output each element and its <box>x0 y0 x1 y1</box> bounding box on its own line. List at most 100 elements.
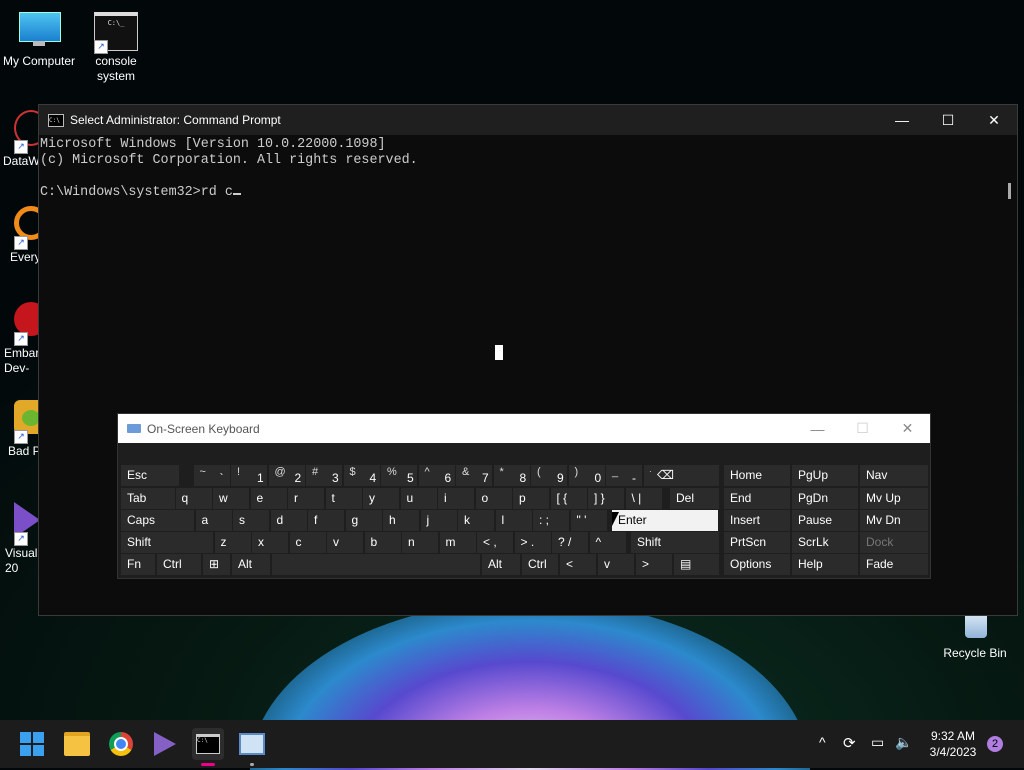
on-screen-keyboard-window[interactable]: On-Screen Keyboard — ☐ ✕ Esc ~ `! 1 @2 #3 $4% 5… <box>117 413 931 579</box>
key-row2-4[interactable]: r <box>288 488 324 509</box>
key-row4-1[interactable]: z <box>214 532 251 553</box>
key-row3-4[interactable]: f <box>308 510 344 531</box>
key-windows[interactable]: ⊞ <box>203 554 230 575</box>
key-right-ctrl[interactable]: Ctrl <box>522 554 558 575</box>
close-button[interactable]: ✕ <box>971 105 1017 135</box>
key-nav-mv-dn[interactable]: Mv Dn <box>860 510 928 531</box>
key-row3-8[interactable]: k <box>458 510 494 531</box>
osk-maximize-button[interactable]: ☐ <box>840 420 885 437</box>
key-row2-7[interactable]: u <box>400 488 437 509</box>
key-row1-7[interactable]: ^ 6 <box>418 465 455 486</box>
show-hidden-icons-button[interactable]: ^ <box>819 734 826 750</box>
file-explorer-button[interactable] <box>61 728 93 760</box>
key-nav-prtscn[interactable]: PrtScn <box>724 532 790 553</box>
key-row4-3[interactable]: c <box>289 532 326 553</box>
key-row3-2[interactable]: s <box>233 510 269 531</box>
minimize-button[interactable]: — <box>879 105 925 135</box>
chrome-button[interactable] <box>105 728 137 760</box>
key-row2-12[interactable]: ] } <box>588 488 624 509</box>
key-row3-1[interactable]: a <box>195 510 232 531</box>
key-nav-options[interactable]: Options <box>724 554 790 575</box>
window-titlebar[interactable]: C:\ Select Administrator: Command Prompt… <box>39 105 1017 135</box>
key-row4-9[interactable]: > . <box>514 532 551 553</box>
remote-desktop-button[interactable] <box>236 728 268 766</box>
key-menu[interactable]: ▤ <box>674 554 719 575</box>
key-row1-9[interactable]: * 8 <box>493 465 530 486</box>
key-row3-9[interactable]: l <box>495 510 532 531</box>
osk-titlebar[interactable]: On-Screen Keyboard — ☐ ✕ <box>118 414 930 443</box>
key-row2-3[interactable]: e <box>250 488 287 509</box>
osk-close-button[interactable]: ✕ <box>885 420 930 437</box>
maximize-button[interactable]: ☐ <box>925 105 971 135</box>
key-enter[interactable]: Enter <box>612 510 718 531</box>
key-row2-11[interactable]: [ { <box>550 488 587 509</box>
key-row2-5[interactable]: t <box>325 488 362 509</box>
key-row2-10[interactable]: p <box>513 488 549 509</box>
key-row4-5[interactable]: b <box>364 532 401 553</box>
key-right-alt[interactable]: Alt <box>482 554 520 575</box>
key-right-shift[interactable]: Shift <box>631 532 719 553</box>
key-row1-10[interactable]: (9 <box>531 465 567 486</box>
key-nav-mv-up[interactable]: Mv Up <box>860 488 928 509</box>
key-row4-10[interactable]: ? / <box>552 532 588 553</box>
key-nav-end[interactable]: End <box>724 488 790 509</box>
start-button[interactable] <box>16 728 48 760</box>
notification-badge[interactable]: 2 <box>987 736 1003 752</box>
volume-icon[interactable]: 🔈 <box>895 734 912 751</box>
key-nav-help[interactable]: Help <box>792 554 858 575</box>
key-alt[interactable]: Alt <box>232 554 270 575</box>
key-row4-7[interactable]: m <box>439 532 476 553</box>
key-nav-home[interactable]: Home <box>724 465 790 486</box>
key-row4-2[interactable]: x <box>252 532 288 553</box>
key-nav-pgup[interactable]: PgUp <box>792 465 858 486</box>
key-row3-10[interactable]: : ; <box>533 510 569 531</box>
key-row2-6[interactable]: y <box>363 488 399 509</box>
key-row3-6[interactable]: h <box>383 510 419 531</box>
key-ctrl[interactable]: Ctrl <box>157 554 201 575</box>
key-backspace[interactable]: ⌫ <box>651 465 719 486</box>
key-right-arrow[interactable]: > <box>636 554 672 575</box>
key-row4-8[interactable]: < , <box>477 532 513 553</box>
key-del[interactable]: Del <box>670 488 719 509</box>
desktop-icon-my-computer[interactable]: My Computer <box>0 10 81 69</box>
key-row3-7[interactable]: j <box>420 510 457 531</box>
scrollbar-thumb[interactable] <box>1008 183 1011 199</box>
key-row1-11[interactable]: ) 0 <box>568 465 605 486</box>
key-row1-1[interactable]: ~ ` <box>193 465 230 486</box>
key-row1-2[interactable]: ! 1 <box>231 465 267 486</box>
key-nav-insert[interactable]: Insert <box>724 510 790 531</box>
key-row1-3[interactable]: @2 <box>268 465 305 486</box>
key-row2-9[interactable]: o <box>475 488 512 509</box>
sync-icon[interactable]: ⟳ <box>843 734 856 752</box>
key-nav-pgdn[interactable]: PgDn <box>792 488 858 509</box>
key-row1-6[interactable]: % 5 <box>381 465 417 486</box>
key-row2-2[interactable]: w <box>213 488 249 509</box>
visual-studio-button[interactable] <box>149 728 181 760</box>
key-row2-1[interactable]: q <box>175 488 212 509</box>
key-nav-pause[interactable]: Pause <box>792 510 858 531</box>
key-row1-5[interactable]: $4 <box>343 465 380 486</box>
key-row1-8[interactable]: & 7 <box>456 465 492 486</box>
key-space[interactable] <box>272 554 480 575</box>
key-row2-13[interactable]: \ | <box>625 488 662 509</box>
key-tab[interactable]: Tab <box>121 488 175 509</box>
key-nav-nav[interactable]: Nav <box>860 465 928 486</box>
key-row3-5[interactable]: g <box>345 510 382 531</box>
key-down-arrow[interactable]: v <box>598 554 634 575</box>
key-nav-scrlk[interactable]: ScrLk <box>792 532 858 553</box>
key-row3-11[interactable]: " ' <box>570 510 607 531</box>
key-caps[interactable]: Caps <box>121 510 194 531</box>
key-left-arrow[interactable]: < <box>560 554 596 575</box>
key-esc[interactable]: Esc <box>121 465 179 486</box>
key-nav-dock[interactable]: Dock <box>860 532 928 553</box>
clock[interactable]: 9:32 AM 3/4/2023 <box>924 728 982 760</box>
key-fn[interactable]: Fn <box>121 554 155 575</box>
key-row3-3[interactable]: d <box>270 510 307 531</box>
key-row1-4[interactable]: #3 <box>306 465 342 486</box>
key-row1-12[interactable]: _ - <box>606 465 642 486</box>
key-left-shift[interactable]: Shift <box>121 532 213 553</box>
key-row2-8[interactable]: i <box>438 488 474 509</box>
key-row4-4[interactable]: v <box>327 532 363 553</box>
key-row4-6[interactable]: n <box>402 532 438 553</box>
desktop-icon-console-system[interactable]: C:\_ ↗ console system <box>74 10 158 84</box>
